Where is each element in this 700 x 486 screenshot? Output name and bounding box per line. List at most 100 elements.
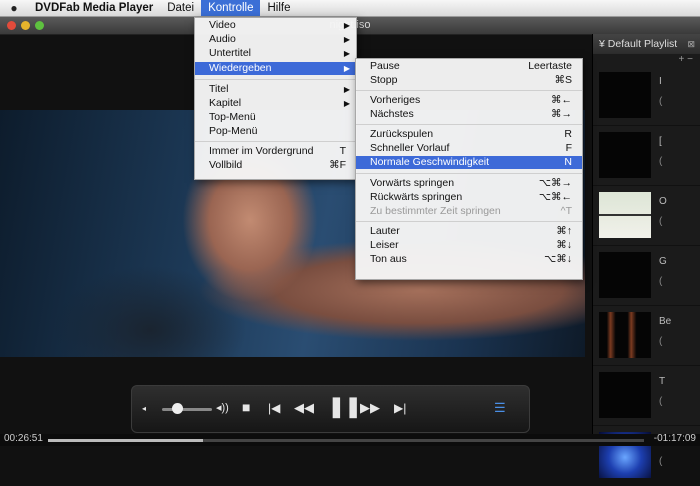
seek-bar-fill: [48, 439, 203, 442]
menu-item-label: Vorwärts springen: [370, 177, 455, 189]
rewind-icon[interactable]: ◀◀: [294, 400, 314, 416]
menu-item-label: Ton aus: [370, 253, 407, 265]
fast-forward-icon[interactable]: ▶▶: [360, 400, 380, 416]
menu-item-always-on-top[interactable]: Immer im Vordergrund T: [195, 146, 356, 157]
next-icon[interactable]: ▶|: [394, 401, 406, 415]
menu-datei[interactable]: Datei: [160, 0, 201, 16]
stop-icon[interactable]: ■: [242, 399, 250, 415]
menu-item-label: Rückwärts springen: [370, 191, 463, 203]
menu-kontrolle[interactable]: Kontrolle: [201, 0, 261, 16]
submenu-arrow-icon: ▶: [343, 85, 350, 94]
playlist-item[interactable]: T (: [593, 366, 700, 426]
menu-item-shortcut: ⌘↑: [556, 225, 572, 237]
menu-item-top-menu[interactable]: Top-Menü: [195, 112, 356, 123]
previous-icon[interactable]: |◀: [268, 401, 280, 415]
playlist-item-name: G: [659, 256, 667, 267]
menu-item-label: Stopp: [370, 74, 398, 86]
playlist-item[interactable]: O (: [593, 186, 700, 246]
menu-hilfe[interactable]: Hilfe: [260, 0, 297, 16]
submenu-arrow-icon: ▶: [343, 21, 350, 30]
playlist-thumbnail: [599, 72, 651, 118]
menu-separator: [195, 141, 356, 142]
menu-separator: [195, 79, 356, 80]
volume-slider[interactable]: [162, 408, 212, 411]
seek-bar[interactable]: [48, 439, 644, 442]
submenu-arrow-icon: ▶: [343, 35, 350, 44]
menu-item-ton-aus[interactable]: Ton aus ⌥⌘↓: [356, 254, 582, 265]
menu-item-schneller-vorlauf[interactable]: Schneller Vorlauf F: [356, 143, 582, 154]
remaining-time: -01:17:09: [653, 433, 696, 444]
menu-item-stopp[interactable]: Stopp ⌘S: [356, 75, 582, 86]
playlist-item-name: [: [659, 136, 662, 147]
menu-item-leiser[interactable]: Leiser ⌘↓: [356, 240, 582, 251]
playlist-collapse-icon[interactable]: ¥: [599, 38, 608, 50]
menu-item-untertitel[interactable]: Untertitel ▶: [195, 48, 356, 59]
menu-item-audio[interactable]: Audio ▶: [195, 34, 356, 45]
menu-separator: [356, 173, 582, 174]
submenu-arrow-icon: ▶: [343, 49, 350, 58]
menu-item-label: Audio: [209, 33, 236, 45]
playlist-close-icon[interactable]: ⊠: [687, 34, 695, 54]
playlist-panel: ¥ Default Playlist ⊠ + − I ( [ ( O ( G (…: [592, 34, 700, 486]
menu-item-shortcut: ⌘→: [551, 108, 572, 120]
playlist-item[interactable]: Be (: [593, 306, 700, 366]
menu-item-titel[interactable]: Titel ▶: [195, 84, 356, 95]
menu-item-lauter[interactable]: Lauter ⌘↑: [356, 226, 582, 237]
menu-item-shortcut: T: [339, 145, 346, 157]
playlist-thumbnail: [599, 192, 651, 238]
menu-item-pause[interactable]: Pause Leertaste: [356, 61, 582, 72]
menu-item-label: Nächstes: [370, 108, 414, 120]
menu-item-label: Titel: [209, 83, 229, 95]
playlist-item-name: O: [659, 196, 667, 207]
playlist-toggle-icon[interactable]: ☰: [494, 400, 506, 416]
menu-item-normale-geschwindigkeit[interactable]: Normale Geschwindigkeit N: [356, 156, 582, 169]
menu-item-shortcut: ⌘←: [551, 94, 572, 106]
pause-icon[interactable]: ❚❚: [328, 394, 362, 419]
playlist-title: Default Playlist: [607, 38, 678, 50]
playlist-item-duration: (: [659, 216, 663, 227]
menu-item-rueckwaerts-springen[interactable]: Rückwärts springen ⌥⌘←: [356, 192, 582, 203]
menu-item-naechstes[interactable]: Nächstes ⌘→: [356, 109, 582, 120]
submenu-arrow-icon: ▶: [343, 99, 350, 108]
menu-item-shortcut: F: [565, 142, 572, 154]
playlist-item-duration: (: [659, 456, 663, 467]
menu-item-vorwaerts-springen[interactable]: Vorwärts springen ⌥⌘→: [356, 178, 582, 189]
playlist-tools[interactable]: + −: [593, 54, 700, 66]
playback-controls: ◂ ◂)) ■ |◀ ◀◀ ❚❚ ▶▶ ▶| ☰: [131, 385, 530, 433]
menu-item-wiedergeben[interactable]: Wiedergeben ▶: [195, 62, 356, 75]
menu-item-shortcut: N: [564, 156, 572, 168]
menu-separator: [356, 90, 582, 91]
menu-item-label: Kapitel: [209, 97, 242, 109]
playlist-thumbnail: [599, 252, 651, 298]
elapsed-time: 00:26:51: [4, 433, 43, 444]
playlist-item[interactable]: G (: [593, 246, 700, 306]
menu-item-label: Normale Geschwindigkeit: [370, 156, 490, 168]
menu-item-shortcut: ⌘S: [554, 74, 572, 86]
menu-item-label: Pause: [370, 60, 400, 72]
menu-item-label: Zurückspulen: [370, 128, 434, 140]
menu-item-shortcut: ⌥⌘←: [538, 191, 572, 203]
apple-icon[interactable]: ●: [0, 1, 28, 15]
menu-item-pop-menu[interactable]: Pop-Menü: [195, 126, 356, 137]
playlist-thumbnail: [599, 372, 651, 418]
status-bar: 00:26:51 -01:17:09: [0, 433, 700, 446]
menu-item-kapitel[interactable]: Kapitel ▶: [195, 98, 356, 109]
menu-item-shortcut: ⌥⌘→: [538, 177, 572, 189]
menu-item-vorheriges[interactable]: Vorheriges ⌘←: [356, 95, 582, 106]
playlist-item[interactable]: I (: [593, 66, 700, 126]
playlist-item-duration: (: [659, 96, 663, 107]
menu-separator: [356, 221, 582, 222]
volume-slider-knob[interactable]: [171, 403, 183, 414]
playlist-item[interactable]: [ (: [593, 126, 700, 186]
menu-item-zurueckspulen[interactable]: Zurückspulen R: [356, 129, 582, 140]
menu-item-vollbild[interactable]: Vollbild ⌘F: [195, 160, 356, 171]
menu-item-label: Video: [209, 19, 236, 31]
menu-bar: ● DVDFab Media Player Datei Kontrolle Hi…: [0, 0, 700, 17]
menu-item-video[interactable]: Video ▶: [195, 20, 356, 31]
submenu-arrow-icon: ▶: [343, 64, 350, 73]
menu-item-label: Zu bestimmter Zeit springen: [370, 205, 501, 217]
menu-item-label: Lauter: [370, 225, 400, 237]
menu-item-zu-zeit-springen: Zu bestimmter Zeit springen ^T: [356, 206, 582, 217]
playlist-thumbnail: [599, 312, 651, 358]
menu-app-name[interactable]: DVDFab Media Player: [28, 0, 160, 16]
